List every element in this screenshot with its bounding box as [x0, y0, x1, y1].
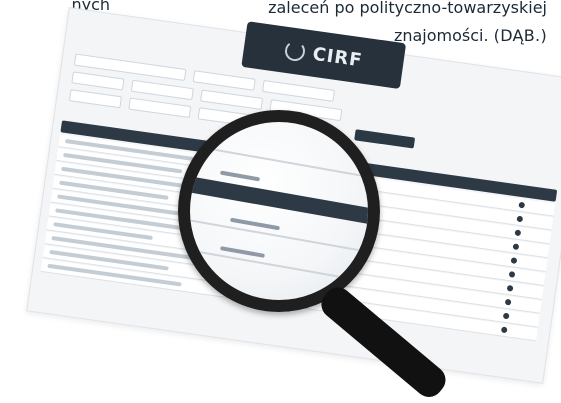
lens-text: [219, 170, 261, 182]
caption-line-1: zaleceń po polityczno-towarzyskiej: [268, 0, 547, 17]
lens-gridline: [190, 217, 368, 259]
filter-field: [200, 89, 264, 110]
caption-text: znajomości.: [393, 26, 489, 45]
lens-gridline: [190, 247, 368, 289]
search-button: [354, 129, 416, 149]
filter-field: [192, 70, 256, 91]
caption-signature: (DĄB.): [493, 26, 547, 45]
filter-field: [128, 97, 192, 119]
filter-field: [71, 71, 125, 91]
lens-table-header: [190, 175, 368, 229]
magnifying-glass-lens: [178, 110, 380, 312]
logo-icon: [283, 39, 307, 63]
app-logo: CIRF: [311, 43, 364, 71]
filter-field: [130, 79, 194, 101]
filter-field: [68, 89, 122, 109]
lens-gridline: [190, 142, 368, 184]
